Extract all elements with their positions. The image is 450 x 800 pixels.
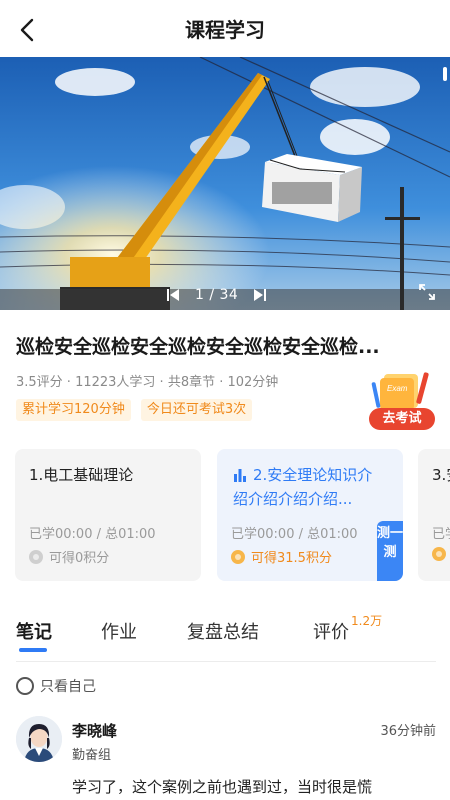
- chapter-points-label: 可得31.5积分: [251, 551, 332, 566]
- previous-slide-icon[interactable]: [165, 287, 181, 303]
- chapter-title: 1.电工基础理论: [29, 466, 134, 484]
- divider: [16, 661, 436, 662]
- exam-badge-text: Exam: [387, 384, 408, 393]
- chapter-card-active[interactable]: 2.安全理论知识介绍介绍介绍介绍... 已学00:00 / 总01:00 可得3…: [217, 449, 403, 581]
- content-tabs: 笔记 作业 复盘总结 评价 1.2万: [0, 612, 450, 662]
- chapter-progress: 已学00:00 / 总01:00: [29, 527, 156, 542]
- crane-lifting-photo: [0, 57, 450, 310]
- comment-author: 李晓峰: [72, 722, 118, 740]
- chapter-points-label: 可得0积分: [49, 551, 110, 566]
- course-meta: 3.5评分 · 11223人学习 · 共8章节 · 102分钟: [16, 375, 279, 390]
- only-self-filter[interactable]: 只看自己: [16, 676, 96, 696]
- quiz-button[interactable]: 测一测: [377, 521, 403, 581]
- course-media-player[interactable]: 1 / 34: [0, 57, 450, 310]
- tab-ratings[interactable]: 评价: [313, 618, 349, 644]
- coin-icon: [432, 547, 446, 561]
- radio-unchecked-icon[interactable]: [16, 677, 34, 695]
- go-exam-button[interactable]: Exam 去考试: [366, 368, 438, 430]
- chapter-title-text: 2.安全理论知识介绍介绍介绍介绍...: [233, 466, 373, 508]
- chapter-points: 可得31.5积分: [231, 547, 332, 566]
- fullscreen-icon[interactable]: [418, 283, 436, 301]
- next-slide-icon[interactable]: [252, 287, 268, 303]
- study-time-tag: 累计学习120分钟: [16, 399, 131, 421]
- go-exam-label: 去考试: [369, 408, 435, 430]
- slide-page-indicator: 1 / 34: [195, 287, 239, 303]
- exam-attempts-tag: 今日还可考试3次: [140, 399, 253, 421]
- comment-timestamp: 36分钟前: [380, 724, 436, 739]
- quiz-button-label: 测一测: [377, 526, 404, 560]
- chapter-title: 2.安全理论知识介绍介绍介绍介绍...: [233, 463, 383, 511]
- chapter-card[interactable]: 3.安 已学: [418, 449, 450, 581]
- nav-bar: 课程学习: [0, 0, 450, 57]
- chapter-title: 3.安: [432, 466, 450, 484]
- playing-bars-icon: [234, 469, 246, 482]
- chapter-card[interactable]: 1.电工基础理论 已学00:00 / 总01:00 可得0积分: [15, 449, 201, 581]
- course-tags: 累计学习120分钟 今日还可考试3次: [16, 399, 253, 421]
- course-title: 巡检安全巡检安全巡检安全巡检安全巡检...: [16, 336, 380, 358]
- page-title: 课程学习: [185, 18, 265, 42]
- avatar[interactable]: [16, 716, 62, 762]
- tab-notes[interactable]: 笔记: [16, 618, 52, 644]
- scroll-handle[interactable]: [443, 67, 447, 81]
- user-avatar-icon: [16, 716, 62, 762]
- tab-review-summary[interactable]: 复盘总结: [187, 618, 259, 644]
- comment-text: 学习了，这个案例之前也遇到过，当时很是慌: [72, 778, 373, 796]
- coin-icon: [231, 549, 245, 564]
- chapter-points: 可得0积分: [29, 547, 109, 566]
- slide-controls: 1 / 34: [165, 281, 268, 309]
- chapter-progress: 已学00:00 / 总01:00: [231, 527, 358, 542]
- chapter-progress: 已学: [432, 527, 450, 542]
- active-tab-indicator: [19, 648, 47, 652]
- chapter-points: [432, 547, 446, 561]
- ratings-count-badge: 1.2万: [351, 614, 383, 628]
- tab-homework[interactable]: 作业: [101, 618, 137, 644]
- only-self-label: 只看自己: [40, 679, 96, 695]
- comment-group: 勤奋组: [72, 748, 112, 763]
- coin-icon: [29, 549, 43, 564]
- chapter-list[interactable]: 1.电工基础理论 已学00:00 / 总01:00 可得0积分 2.安全理论知识…: [0, 449, 450, 583]
